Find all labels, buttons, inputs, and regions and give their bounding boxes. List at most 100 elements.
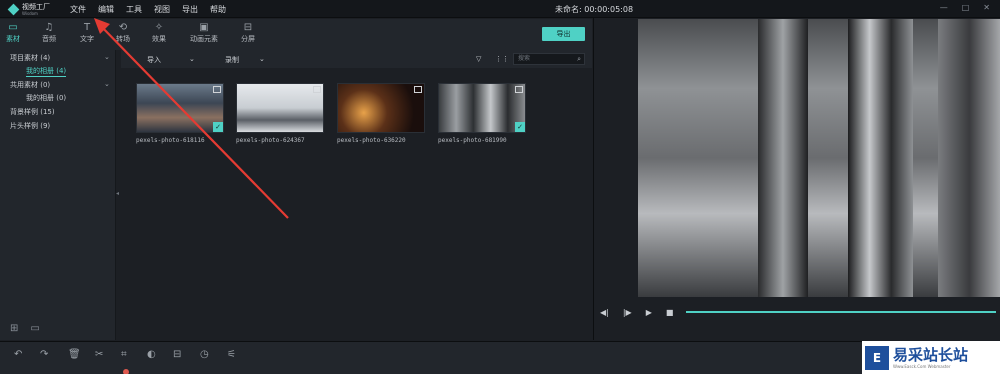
tab-media-label: 素材 xyxy=(6,35,20,43)
menu-file[interactable]: 文件 xyxy=(70,4,86,15)
media-thumbnail[interactable] xyxy=(236,83,324,133)
tab-audio-label: 音频 xyxy=(42,35,56,43)
tab-audio[interactable]: ♫ 音频 xyxy=(42,22,56,44)
media-toolbar: 导入 ⌄ 录制 ⌄ ▽ ⋮⋮ 搜索 ⌕ xyxy=(121,50,592,68)
logo-text: 视频工厂 xyxy=(22,2,50,11)
library-my-album[interactable]: 我的相册 (4) xyxy=(26,66,67,77)
tab-toolbar: ▭ 素材 ♫ 音频 T 文字 ⟲ 转场 ✧ 效果 ▣ 动画元素 ⊟ 分屏 导出 xyxy=(0,19,592,50)
color-icon[interactable]: ◐ xyxy=(147,349,156,360)
previous-frame-icon[interactable]: ◀| xyxy=(600,308,609,317)
tab-split-screen-label: 分屏 xyxy=(241,35,255,43)
cut-icon[interactable]: ✂ xyxy=(95,349,103,360)
menu-bar: 视频工厂 Wisdom 文件 编辑 工具 视图 导出 帮助 未命名: 00:00… xyxy=(0,0,1000,18)
search-placeholder: 搜索 xyxy=(518,55,531,62)
maximize-icon[interactable]: □ xyxy=(962,3,970,12)
tab-text-label: 文字 xyxy=(80,35,94,43)
menu-export[interactable]: 导出 xyxy=(182,4,198,15)
undo-icon[interactable]: ↶ xyxy=(14,349,22,360)
tab-effects[interactable]: ✧ 效果 xyxy=(152,22,166,44)
settings-icon[interactable]: ⚟ xyxy=(227,349,236,360)
minimize-icon[interactable]: — xyxy=(940,3,948,12)
library-intros[interactable]: 片头样例 (9) xyxy=(10,121,50,131)
logo-mark-icon xyxy=(7,3,20,15)
logo-sub: Wisdom xyxy=(22,10,38,16)
media-label: pexels-photo-681990 xyxy=(438,137,507,144)
timeline-playhead[interactable] xyxy=(123,369,129,374)
app-window: 视频工厂 Wisdom 文件 编辑 工具 视图 导出 帮助 未命名: 00:00… xyxy=(0,0,1000,374)
media-label: pexels-photo-624367 xyxy=(236,137,305,144)
main-menu: 文件 编辑 工具 视图 导出 帮助 xyxy=(70,4,226,15)
preview-door xyxy=(848,19,913,297)
import-dropdown[interactable]: 导入 xyxy=(147,55,161,65)
preview-pillar xyxy=(758,19,808,297)
library-shared-album[interactable]: 我的相册 (0) xyxy=(26,93,66,103)
photo-icon xyxy=(313,86,321,93)
preview-panel: ◀| |▶ ▶ ■ xyxy=(593,18,1000,340)
tab-transition[interactable]: ⟲ 转场 xyxy=(116,22,130,44)
text-icon: T xyxy=(83,22,91,33)
watermark-logo: E xyxy=(865,345,889,370)
tab-split-screen[interactable]: ⊟ 分屏 xyxy=(241,22,255,44)
redo-icon[interactable]: ↷ xyxy=(40,349,48,360)
watermark-main: 易采站长站 xyxy=(893,345,969,364)
media-thumbnail[interactable] xyxy=(337,83,425,133)
chevron-down-icon[interactable]: ⌄ xyxy=(104,80,110,88)
tab-media[interactable]: ▭ 素材 xyxy=(6,22,20,44)
stop-icon[interactable]: ■ xyxy=(666,308,674,317)
transition-icon: ⟲ xyxy=(118,22,128,33)
close-icon[interactable]: ✕ xyxy=(983,3,990,12)
video-preview[interactable] xyxy=(638,19,1000,297)
export-button[interactable]: 导出 xyxy=(542,27,585,41)
media-thumbnail[interactable]: ✓ xyxy=(438,83,526,133)
preview-wall xyxy=(938,19,1000,297)
collapse-handle[interactable]: ◂ xyxy=(116,190,120,200)
media-panel: 导入 ⌄ 录制 ⌄ ▽ ⋮⋮ 搜索 ⌕ ✓ pexels-photo-61811… xyxy=(121,50,592,340)
green-screen-icon[interactable]: ⊟ xyxy=(173,349,181,360)
play-icon[interactable]: ▶ xyxy=(646,308,652,317)
playback-progress-bar[interactable] xyxy=(686,311,996,313)
menu-view[interactable]: 视图 xyxy=(154,4,170,15)
chevron-down-icon[interactable]: ⌄ xyxy=(104,53,110,61)
project-title: 未命名: 00:00:05:08 xyxy=(555,5,634,14)
split-screen-icon: ⊟ xyxy=(243,22,253,33)
add-folder-icon[interactable]: ⊞ xyxy=(10,323,18,334)
record-dropdown[interactable]: 录制 xyxy=(225,55,239,65)
app-logo: 视频工厂 Wisdom xyxy=(7,2,50,16)
library-shared-media[interactable]: 共用素材 (0) xyxy=(10,80,50,90)
photo-icon xyxy=(414,86,422,93)
watermark: E 易采站长站 Www.Easck.Com Webmaster xyxy=(862,341,1000,374)
photo-icon xyxy=(213,86,221,93)
grid-view-icon[interactable]: ⋮⋮ xyxy=(495,55,509,63)
speed-icon[interactable]: ◷ xyxy=(200,349,209,360)
library-footer: ⊞ ▭ xyxy=(10,323,40,334)
menu-help[interactable]: 帮助 xyxy=(210,4,226,15)
library-project-media[interactable]: 项目素材 (4) xyxy=(10,53,50,63)
checkmark-icon: ✓ xyxy=(213,122,223,132)
tab-effects-label: 效果 xyxy=(152,35,166,43)
tab-text[interactable]: T 文字 xyxy=(80,22,94,44)
music-icon: ♫ xyxy=(44,22,54,33)
folder-icon[interactable]: ▭ xyxy=(30,323,39,334)
library-backgrounds[interactable]: 背景样例 (15) xyxy=(10,107,55,117)
menu-tools[interactable]: 工具 xyxy=(126,4,142,15)
import-chevron-icon[interactable]: ⌄ xyxy=(189,55,195,63)
checkmark-icon: ✓ xyxy=(515,122,525,132)
folder-icon: ▭ xyxy=(8,22,18,33)
delete-icon[interactable]: 🗑 xyxy=(68,349,81,360)
effects-icon: ✧ xyxy=(154,22,164,33)
media-label: pexels-photo-636220 xyxy=(337,137,406,144)
crop-icon[interactable]: ⌗ xyxy=(121,349,127,360)
next-frame-icon[interactable]: |▶ xyxy=(623,308,632,317)
search-icon[interactable]: ⌕ xyxy=(577,54,581,64)
watermark-text: 易采站长站 Www.Easck.Com Webmaster xyxy=(893,345,969,369)
filter-icon[interactable]: ▽ xyxy=(476,55,481,63)
tab-transition-label: 转场 xyxy=(116,35,130,43)
tab-animation[interactable]: ▣ 动画元素 xyxy=(190,22,218,44)
watermark-sub: Www.Easck.Com Webmaster xyxy=(893,363,951,369)
window-controls: — □ ✕ xyxy=(940,3,990,12)
record-chevron-icon[interactable]: ⌄ xyxy=(259,55,265,63)
media-thumbnail[interactable]: ✓ xyxy=(136,83,224,133)
menu-edit[interactable]: 编辑 xyxy=(98,4,114,15)
media-label: pexels-photo-618116 xyxy=(136,137,205,144)
search-input[interactable]: 搜索 ⌕ xyxy=(513,53,585,65)
